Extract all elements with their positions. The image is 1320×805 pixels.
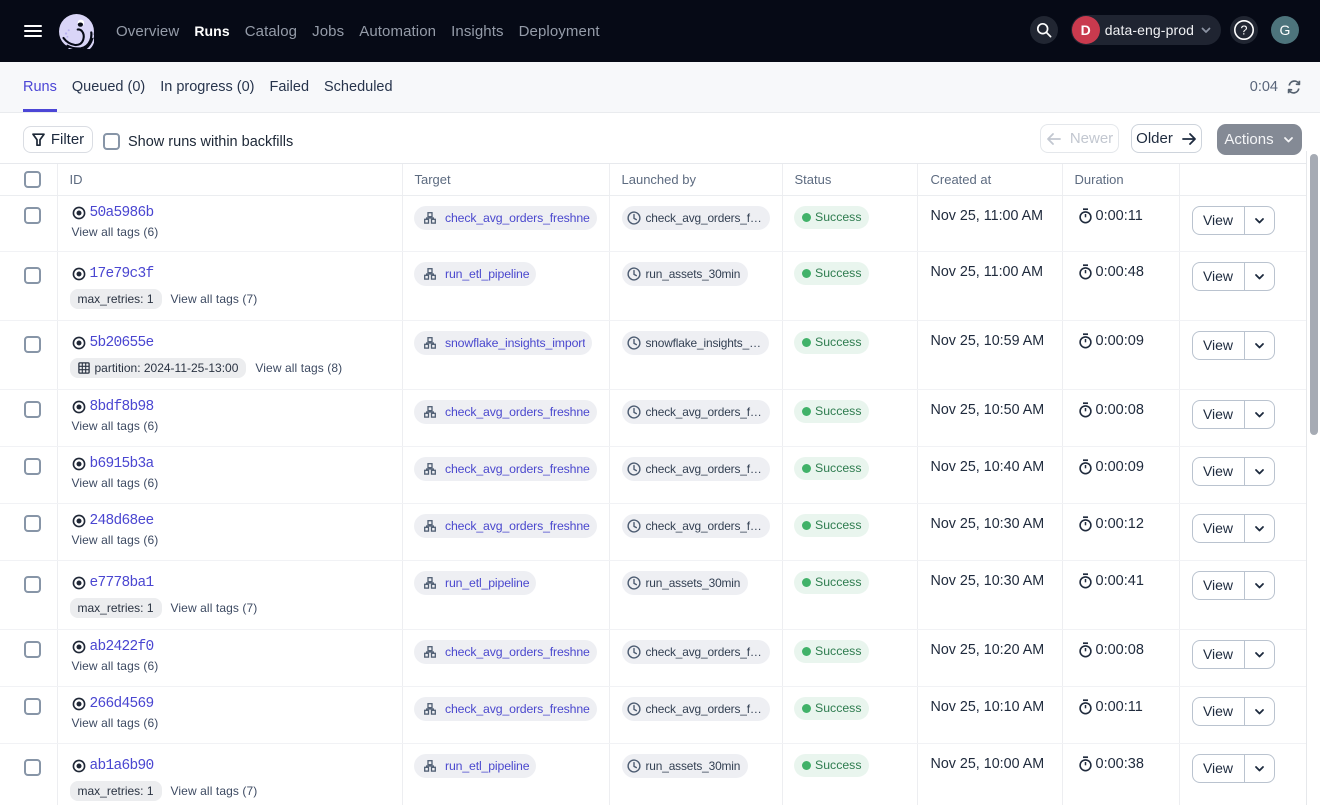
svg-text:?: ? <box>1241 23 1248 37</box>
